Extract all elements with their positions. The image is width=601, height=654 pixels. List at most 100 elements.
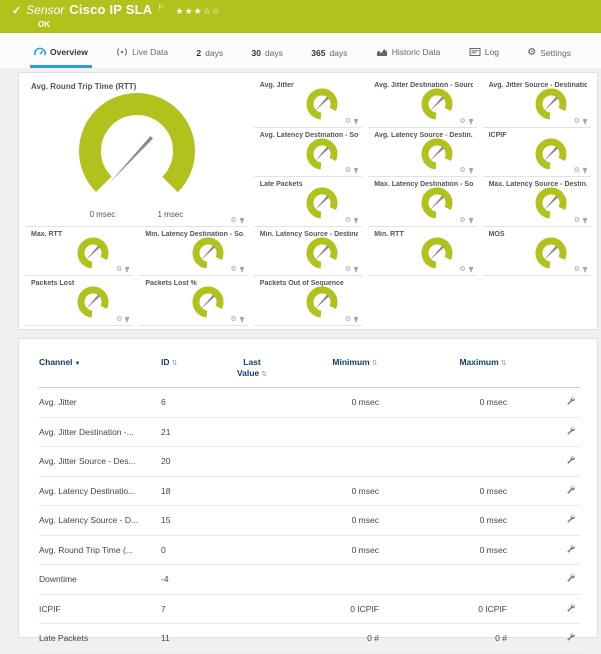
pin-icon[interactable]: [239, 217, 245, 224]
gear-icon[interactable]: ⚙: [459, 118, 465, 125]
gear-icon[interactable]: ⚙: [459, 266, 465, 273]
pin-icon[interactable]: [353, 217, 359, 224]
gear-icon[interactable]: ⚙: [459, 217, 465, 224]
gauge-card[interactable]: Min. RTT ⚙: [368, 227, 477, 276]
gauge-card[interactable]: Packets Out of Sequence ⚙: [253, 276, 363, 326]
stars-filled[interactable]: ★★★: [176, 6, 203, 16]
table-row[interactable]: Avg. Latency Destinatio... 18 0 msec 0 m…: [39, 476, 580, 506]
gear-icon[interactable]: ⚙: [574, 167, 580, 174]
gear-icon[interactable]: ⚙: [345, 316, 351, 323]
gauge-card[interactable]: ICPIF ⚙: [482, 128, 591, 177]
pin-icon[interactable]: [353, 118, 359, 125]
channel-name[interactable]: Late Packets: [39, 623, 161, 654]
column-header-last-value[interactable]: Last Value ⇅: [213, 355, 291, 388]
gauge-card[interactable]: Late Packets ⚙: [253, 177, 363, 227]
channel-name[interactable]: Downtime: [39, 564, 161, 595]
wrench-icon[interactable]: [566, 396, 576, 406]
gauge-card[interactable]: Avg. Latency Source - Destin... ⚙: [368, 128, 477, 177]
pin-icon[interactable]: [353, 266, 359, 273]
channel-name[interactable]: Avg. Jitter Source - Des...: [39, 446, 161, 477]
tab-live-data[interactable]: Live Data: [112, 37, 172, 68]
channel-name[interactable]: Avg. Jitter Destination -...: [39, 417, 161, 447]
gear-icon[interactable]: ⚙: [459, 167, 465, 174]
pin-icon[interactable]: [468, 167, 474, 174]
column-header-maximum[interactable]: Maximum ⇅: [419, 355, 547, 388]
gear-icon[interactable]: ⚙: [574, 217, 580, 224]
stars-empty[interactable]: ☆☆: [203, 6, 221, 16]
tab-2-days[interactable]: 2 days: [192, 39, 227, 68]
gear-icon[interactable]: ⚙: [345, 217, 351, 224]
gear-icon[interactable]: ⚙: [116, 316, 122, 323]
gauge-card[interactable]: Max. RTT ⚙: [25, 227, 134, 276]
pin-icon[interactable]: [124, 316, 130, 323]
gauge-card[interactable]: Packets Lost % ⚙: [139, 276, 248, 326]
pin-icon[interactable]: [124, 266, 130, 273]
gear-icon[interactable]: ⚙: [231, 316, 237, 323]
tab-30-days[interactable]: 30 days: [247, 39, 286, 68]
column-header-id[interactable]: ID ⇅: [161, 355, 213, 388]
gauge-card[interactable]: Min. Latency Source - Destina... ⚙: [253, 227, 363, 276]
gear-icon[interactable]: ⚙: [345, 167, 351, 174]
gear-icon[interactable]: ⚙: [345, 266, 351, 273]
channel-maximum: [419, 446, 547, 477]
pin-icon[interactable]: [468, 118, 474, 125]
tab-log[interactable]: Log: [465, 37, 503, 68]
table-row[interactable]: Downtime -4: [39, 564, 580, 595]
gauge-card[interactable]: Max. Latency Source - Destin... ⚙: [482, 177, 591, 227]
gauge-card[interactable]: Avg. Jitter Source - Destination ⚙: [482, 78, 591, 128]
table-row[interactable]: Avg. Jitter Source - Des... 20: [39, 446, 580, 477]
table-row[interactable]: Avg. Latency Source - D... 15 0 msec 0 m…: [39, 505, 580, 536]
table-row[interactable]: Late Packets 11 0 # 0 #: [39, 623, 580, 654]
gear-icon[interactable]: ⚙: [231, 217, 237, 224]
table-row[interactable]: Avg. Jitter 6 0 msec 0 msec: [39, 387, 580, 418]
channel-name[interactable]: Avg. Latency Source - D...: [39, 505, 161, 536]
column-header-channel[interactable]: Channel ▼: [39, 355, 161, 388]
gauge-card-avg-rtt[interactable]: Avg. Round Trip Time (RTT) 0 msec 1 msec…: [25, 78, 248, 227]
pin-icon[interactable]: [468, 217, 474, 224]
tab-365-days[interactable]: 365 days: [307, 39, 351, 68]
wrench-icon[interactable]: [566, 514, 576, 524]
pin-icon[interactable]: [353, 316, 359, 323]
pin-icon[interactable]: [353, 167, 359, 174]
gear-icon[interactable]: ⚙: [116, 266, 122, 273]
gauge-card[interactable]: Avg. Jitter ⚙: [253, 78, 363, 128]
gauge-card[interactable]: Packets Lost ⚙: [25, 276, 134, 326]
priority-flag-icon[interactable]: ⚐: [157, 1, 164, 15]
tab-overview[interactable]: Overview: [30, 37, 92, 68]
pin-icon[interactable]: [582, 167, 588, 174]
gear-icon[interactable]: ⚙: [574, 266, 580, 273]
table-row[interactable]: Avg. Jitter Destination -... 21: [39, 417, 580, 447]
pin-icon[interactable]: [582, 118, 588, 125]
gauge-card[interactable]: Avg. Latency Destination - So... ⚙: [253, 128, 363, 177]
wrench-icon[interactable]: [566, 573, 576, 583]
wrench-icon[interactable]: [566, 426, 576, 436]
wrench-icon[interactable]: [566, 632, 576, 642]
pin-icon[interactable]: [582, 217, 588, 224]
table-row[interactable]: Avg. Round Trip Time (... 0 0 msec 0 mse…: [39, 535, 580, 565]
tab-settings[interactable]: ⚙ Settings: [523, 39, 575, 68]
gauge-card[interactable]: Avg. Jitter Destination - Source ⚙: [368, 78, 477, 128]
channel-name[interactable]: ICPIF: [39, 594, 161, 624]
wrench-icon[interactable]: [566, 603, 576, 613]
gauge-card[interactable]: Max. Latency Destination - So... ⚙: [368, 177, 477, 227]
column-header-minimum[interactable]: Minimum ⇅: [291, 355, 419, 388]
gear-icon[interactable]: ⚙: [574, 118, 580, 125]
pin-icon[interactable]: [582, 266, 588, 273]
channel-name[interactable]: Avg. Jitter: [39, 387, 161, 418]
channel-name[interactable]: Avg. Round Trip Time (...: [39, 535, 161, 565]
gear-icon[interactable]: ⚙: [345, 118, 351, 125]
channel-name[interactable]: Avg. Latency Destinatio...: [39, 476, 161, 506]
wrench-icon[interactable]: [566, 485, 576, 495]
table-row[interactable]: ICPIF 7 0 ICPIF 0 ICPIF: [39, 594, 580, 624]
tab-historic-data[interactable]: Historic Data: [372, 37, 445, 68]
wrench-icon[interactable]: [566, 544, 576, 554]
wrench-icon[interactable]: [566, 455, 576, 465]
priority-stars[interactable]: ★★★☆☆: [176, 4, 221, 18]
gauge-card[interactable]: MOS ⚙: [482, 227, 591, 276]
pin-icon[interactable]: [239, 266, 245, 273]
pin-icon[interactable]: [239, 316, 245, 323]
gear-icon[interactable]: ⚙: [231, 266, 237, 273]
gauge-dial: [421, 138, 453, 169]
pin-icon[interactable]: [468, 266, 474, 273]
gauge-card[interactable]: Min. Latency Destination - So... ⚙: [139, 227, 248, 276]
